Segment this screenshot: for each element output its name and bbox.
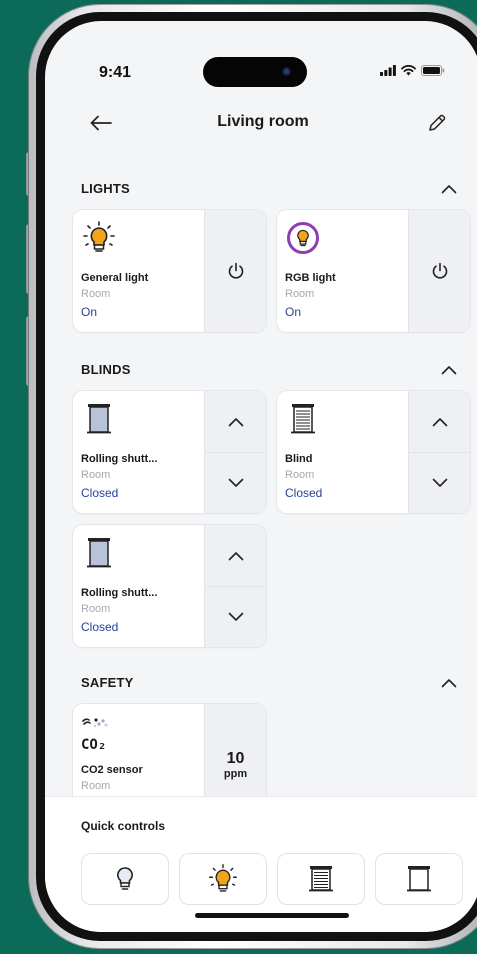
pencil-icon <box>429 114 446 131</box>
collapse-blinds-button[interactable] <box>437 358 461 382</box>
status-icons <box>380 65 445 76</box>
section-title-lights: LIGHTS <box>81 181 130 196</box>
battery-icon <box>421 65 445 76</box>
close-button[interactable] <box>205 452 266 513</box>
card-body[interactable]: Rolling shutt... Room Closed <box>73 525 205 647</box>
card-action-panel <box>204 391 266 513</box>
card-body[interactable]: Blind Room Closed <box>277 391 409 513</box>
bulb-on-icon <box>209 864 237 892</box>
collapse-safety-button[interactable] <box>437 671 461 695</box>
card-room: Room <box>285 288 315 300</box>
rolling-shutter-icon <box>81 401 117 437</box>
chevron-up-icon <box>441 185 457 194</box>
co2-label-icon: CO₂ <box>81 737 107 753</box>
chevron-up-icon <box>441 679 457 688</box>
card-action-panel <box>408 391 470 513</box>
card-status: Closed <box>285 486 323 500</box>
chevron-down-icon <box>228 612 243 621</box>
section-title-blinds: BLINDS <box>81 362 131 377</box>
device-card-general-light[interactable]: General light Room On <box>73 210 266 332</box>
signal-icon <box>380 65 396 76</box>
sensor-value: 10 <box>226 750 245 767</box>
power-button[interactable] <box>205 210 266 332</box>
card-room: Room <box>81 780 111 792</box>
power-button[interactable] <box>409 210 470 332</box>
card-name: Rolling shutt... <box>81 587 158 599</box>
card-room: Room <box>81 603 111 615</box>
phone-bezel: 9:41 Living room LIGHTS General light Ro… <box>36 12 477 941</box>
bulb-on-icon <box>81 220 117 256</box>
card-body[interactable]: RGB light Room On <box>277 210 409 332</box>
camera-lens <box>282 67 291 76</box>
collapse-lights-button[interactable] <box>437 177 461 201</box>
close-button[interactable] <box>409 452 470 513</box>
chevron-down-icon <box>432 478 447 487</box>
edit-button[interactable] <box>423 109 451 137</box>
section-header-blinds: BLINDS <box>81 358 461 382</box>
quick-controls-title: Quick controls <box>81 819 166 833</box>
section-header-lights: LIGHTS <box>81 177 461 201</box>
app-screen: 9:41 Living room LIGHTS General light Ro… <box>45 21 477 932</box>
chevron-up-icon <box>228 417 243 426</box>
dynamic-island <box>203 57 307 87</box>
card-body[interactable]: Rolling shutt... Room Closed <box>73 391 205 513</box>
power-icon <box>228 262 243 279</box>
card-action-panel <box>204 525 266 647</box>
device-card-blind[interactable]: Blind Room Closed <box>277 391 470 513</box>
phone-frame: 9:41 Living room LIGHTS General light Ro… <box>28 4 477 949</box>
open-button[interactable] <box>205 391 266 453</box>
chevron-up-icon <box>432 417 447 426</box>
open-button[interactable] <box>205 525 266 587</box>
card-body[interactable]: General light Room On <box>73 210 205 332</box>
co2-particles-icon <box>81 710 117 736</box>
rolling-shutter-icon <box>407 866 431 892</box>
wifi-icon <box>401 65 416 76</box>
sensor-unit: ppm <box>223 768 248 780</box>
card-status: Closed <box>81 620 119 634</box>
page-title: Living room <box>217 113 309 130</box>
device-card-rolling-shutter[interactable]: Rolling shutt... Room Closed <box>73 525 266 647</box>
quick-control-bulb-off[interactable] <box>81 853 169 905</box>
card-name: RGB light <box>285 272 336 284</box>
chevron-up-icon <box>228 551 243 560</box>
card-name: Blind <box>285 453 313 465</box>
chevron-down-icon <box>228 478 243 487</box>
section-title-safety: SAFETY <box>81 675 134 690</box>
status-time: 9:41 <box>99 64 132 81</box>
card-action-panel <box>408 210 470 332</box>
status-bar: 9:41 <box>45 21 477 91</box>
card-name: General light <box>81 272 149 284</box>
card-status: On <box>81 305 98 319</box>
card-status: Closed <box>81 486 119 500</box>
open-button[interactable] <box>409 391 470 453</box>
card-room: Room <box>285 469 315 481</box>
card-room: Room <box>81 469 111 481</box>
home-indicator[interactable] <box>195 913 349 918</box>
quick-control-blind[interactable] <box>277 853 365 905</box>
chevron-up-icon <box>441 366 457 375</box>
quick-control-rolling-shutter[interactable] <box>375 853 463 905</box>
section-header-safety: SAFETY <box>81 671 461 695</box>
device-card-rgb-light[interactable]: RGB light Room On <box>277 210 470 332</box>
card-room: Room <box>81 288 111 300</box>
bulb-off-icon <box>117 867 133 890</box>
card-name: Rolling shutt... <box>81 453 158 465</box>
card-action-panel <box>204 210 266 332</box>
quick-control-bulb-on[interactable] <box>179 853 267 905</box>
app-header: Living room <box>45 105 477 145</box>
quick-controls-panel: Quick controls <box>45 796 477 932</box>
blind-icon <box>285 401 321 437</box>
blind-icon <box>309 866 333 892</box>
card-status: On <box>285 305 302 319</box>
rolling-shutter-icon <box>81 535 117 571</box>
card-name: CO2 sensor <box>81 764 143 776</box>
rgb-bulb-icon <box>285 220 321 256</box>
power-icon <box>432 262 447 279</box>
close-button[interactable] <box>205 586 266 647</box>
device-card-rolling-shutter[interactable]: Rolling shutt... Room Closed <box>73 391 266 513</box>
